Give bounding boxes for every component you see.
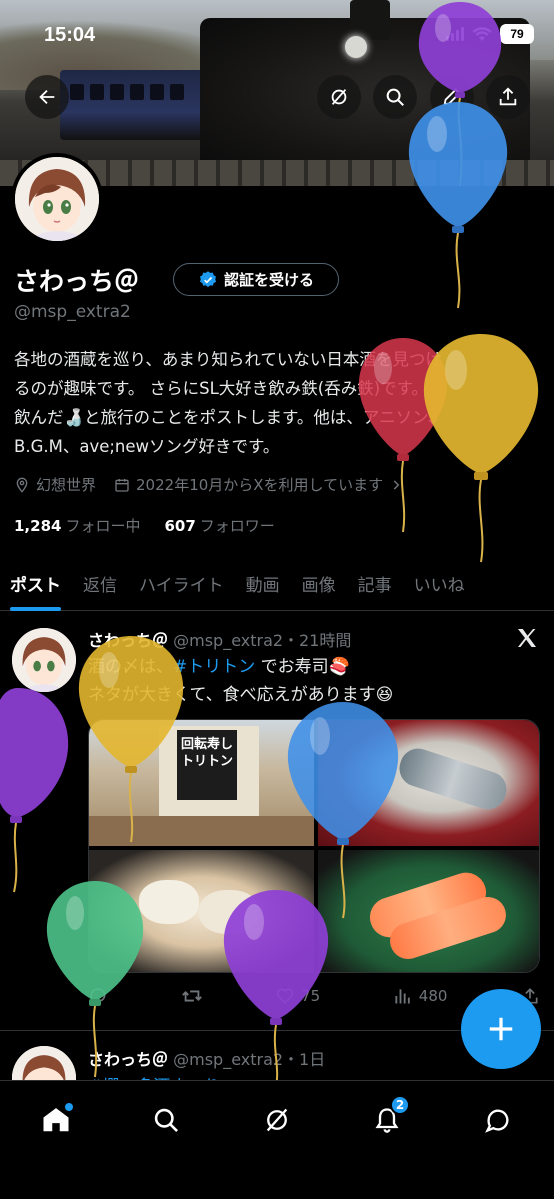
following-link[interactable]: 1,284 フォロー中 (14, 515, 140, 536)
calendar-icon (115, 478, 129, 492)
search-icon (154, 1108, 178, 1132)
tweet-handle-time: @msp_extra2・21時間 (173, 631, 352, 650)
edit-button[interactable] (430, 75, 474, 119)
nav-home[interactable] (31, 1095, 81, 1145)
tab-articles[interactable]: 記事 (350, 555, 400, 611)
share-icon (499, 87, 517, 106)
tab-photos[interactable]: 画像 (294, 555, 344, 611)
bio-line: るのが趣味です。 さらにSL大好き飲み鉄(呑み鉄)です。 (14, 379, 428, 398)
search-button[interactable] (373, 75, 417, 119)
grok-icon (266, 1108, 288, 1132)
banner-coach (60, 70, 210, 140)
tab-likes[interactable]: いいね (406, 555, 473, 611)
banner-chimney (350, 0, 390, 40)
tweet-text-part: でお寿司🍣 (255, 657, 350, 677)
message-bubble-icon (485, 1109, 509, 1133)
nav-grok[interactable] (252, 1095, 302, 1145)
get-verified-button[interactable]: 認証を受ける (173, 263, 339, 296)
followers-label: フォロワー (199, 517, 275, 535)
following-count: 1,284 (14, 517, 62, 535)
followers-link[interactable]: 607 フォロワー (164, 515, 274, 536)
tab-highlights[interactable]: ハイライト (131, 555, 232, 611)
follow-stats: 1,284 フォロー中 607 フォロワー (14, 515, 275, 536)
views-button[interactable]: 480 (393, 985, 448, 1007)
media-photo-salmon[interactable] (318, 850, 539, 972)
tweet-text-part: 酒の〆は、 (88, 657, 173, 677)
tweet-display-name[interactable]: さわっち＠ (88, 631, 168, 650)
profile-bio: 各地の酒蔵を巡り、あまり知られていない日本酒を見つけ るのが趣味です。 さらにS… (14, 345, 539, 461)
arrow-left-icon (39, 89, 55, 105)
notification-badge: 2 (390, 1095, 410, 1115)
anime-avatar-image (15, 157, 99, 241)
tweet-header: さわっち＠ @msp_extra2・21時間 (88, 627, 351, 651)
balloon-purple-2 (0, 688, 69, 893)
tweet-handle-time: @msp_extra2・1日 (173, 1050, 326, 1069)
nav-search[interactable] (141, 1095, 191, 1145)
bio-line: 飲んだ🍶と旅行のことをポストします。他は、アニソン、 (14, 408, 445, 427)
repost-icon (181, 990, 202, 1002)
pencil-icon (443, 88, 461, 106)
location-pin-icon (16, 477, 28, 493)
reply-button[interactable] (88, 985, 108, 1007)
reply-icon (90, 988, 106, 1005)
profile-tabs: ポスト 返信 ハイライト 動画 画像 記事 いいね (0, 555, 554, 611)
share-button[interactable] (486, 75, 530, 119)
followers-count: 607 (164, 517, 196, 535)
compose-post-button[interactable] (461, 989, 541, 1069)
view-count: 480 (418, 987, 448, 1005)
nav-messages[interactable] (473, 1095, 523, 1145)
tweet-text: 酒の〆は、#トリトン でお寿司🍣 ネタが大きくて、食べ応えがあります😆 (88, 653, 393, 709)
hashtag-link[interactable]: #トリトン (173, 657, 255, 677)
profile-handle: @msp_extra2 (14, 302, 131, 322)
heart-icon (276, 988, 294, 1004)
profile-avatar[interactable] (11, 153, 103, 245)
status-icons: 79 (446, 24, 534, 44)
tweet-media-grid: 回転寿しトリトン (88, 719, 540, 973)
location-text: 幻想世界 (36, 476, 97, 494)
banner-headlamp (345, 36, 367, 58)
like-button[interactable]: 75 (275, 985, 320, 1007)
bottom-navigation: 2 (0, 1080, 554, 1199)
get-verified-label: 認証を受ける (223, 271, 314, 289)
plus-icon (489, 1017, 513, 1041)
home-unread-dot (65, 1103, 73, 1111)
profile-meta: 幻想世界 2022年10月からXを利用しています (14, 474, 403, 495)
tab-posts[interactable]: ポスト (2, 555, 69, 611)
tweet-display-name[interactable]: さわっち＠ (88, 1050, 168, 1069)
joined-text: 2022年10月からXを利用しています (136, 476, 384, 494)
bar-chart-icon (395, 989, 410, 1004)
tab-videos[interactable]: 動画 (238, 555, 288, 611)
following-label: フォロー中 (65, 517, 141, 535)
tweet-text-preview[interactable]: #燗二多酒まつり (88, 1072, 221, 1080)
tweet-avatar[interactable] (12, 628, 76, 692)
profile-joined[interactable]: 2022年10月からXを利用しています (114, 474, 403, 495)
wifi-icon (472, 27, 492, 41)
media-photo-restaurant[interactable]: 回転寿しトリトン (89, 720, 314, 846)
like-count: 75 (301, 987, 321, 1005)
media-photo-mackerel[interactable] (318, 720, 539, 846)
grok-icon (331, 89, 347, 105)
chevron-right-icon (393, 479, 400, 490)
tweet-text-line: ネタが大きくて、食べ応えがあります😆 (88, 685, 394, 705)
profile-location: 幻想世界 (14, 474, 96, 495)
media-sign: 回転寿しトリトン (177, 730, 237, 800)
anime-avatar-image (12, 628, 76, 692)
grok-button[interactable] (317, 75, 361, 119)
status-time: 15:04 (44, 24, 96, 46)
battery-indicator: 79 (500, 24, 534, 44)
bio-line: B.G.M、ave;newソング好きです。 (14, 437, 280, 456)
search-icon (386, 88, 404, 106)
cellular-signal-icon (446, 27, 464, 41)
profile-name: さわっち＠ (14, 267, 140, 296)
tweet-header: さわっち＠ @msp_extra2・1日 (88, 1046, 325, 1070)
tab-replies[interactable]: 返信 (75, 555, 125, 611)
nav-notifications[interactable]: 2 (362, 1095, 412, 1145)
media-photo-scallop[interactable] (89, 850, 314, 972)
repost-button[interactable] (181, 985, 203, 1007)
x-logo-icon (518, 629, 536, 647)
back-button[interactable] (25, 75, 69, 119)
bio-line: 各地の酒蔵を巡り、あまり知られていない日本酒を見つけ (14, 350, 442, 369)
verified-badge-icon (199, 270, 216, 287)
